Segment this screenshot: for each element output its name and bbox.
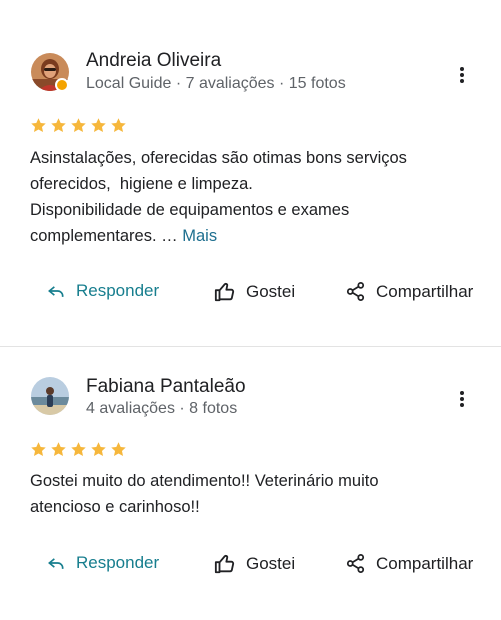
avatar[interactable] [31,377,69,415]
share-icon [346,554,365,573]
star-icon [91,442,106,457]
review-author[interactable]: Fabiana Pantaleão [86,376,246,398]
reply-button[interactable]: Responder [46,281,159,301]
star-icon [51,118,66,133]
review-actions: Responder Gostei Compartilhar [0,553,501,583]
share-icon [346,282,365,301]
star-icon [51,442,66,457]
local-guide-badge-icon [55,78,69,92]
like-label: Gostei [246,554,296,573]
like-button[interactable]: Gostei [214,553,295,575]
star-rating [30,441,127,458]
share-label: Compartilhar [376,281,474,301]
like-label: Gostei [246,282,296,301]
star-icon [31,118,46,133]
more-options-button[interactable] [450,387,474,411]
star-icon [31,442,46,457]
review-text-line: complementares. … [30,227,183,245]
reply-button[interactable]: Responder [46,553,159,573]
review-text-line: Asinstalações, oferecidas são otimas bon… [30,149,407,167]
review-author[interactable]: Andreia Oliveira [86,50,221,72]
review-text: Asinstalações, oferecidas são otimas bon… [30,145,480,249]
review-text-line: Disponibilidade de equipamentos e exames [30,201,350,219]
thumb-up-icon [214,554,235,574]
review-meta[interactable]: 4 avaliações · 8 fotos [86,400,237,418]
review-meta[interactable]: Local Guide · 7 avaliações · 15 fotos [86,75,346,93]
review-actions: Responder Gostei Compartilhar [0,281,501,311]
star-rating [30,117,127,134]
review-text: Gostei muito do atendimento!! Veterinári… [30,468,480,520]
star-icon [111,118,126,133]
review-text-line: Gostei muito do atendimento!! Veterinári… [30,472,379,490]
read-more-link[interactable]: Mais [182,227,217,245]
like-button[interactable]: Gostei [214,281,295,303]
reply-label: Responder [76,553,160,572]
more-vert-icon [460,67,464,83]
star-icon [71,442,86,457]
reply-arrow-icon [48,286,64,297]
more-options-button[interactable] [450,63,474,87]
share-label: Compartilhar [376,553,474,573]
review-text-line: oferecidos, higiene e limpeza. [30,175,253,193]
more-vert-icon [460,391,464,407]
star-icon [111,442,126,457]
star-icon [71,118,86,133]
share-button[interactable]: Compartilhar [345,281,473,302]
thumb-up-icon [214,282,235,302]
review-card: Andreia Oliveira Local Guide · 7 avaliaç… [0,0,501,346]
reply-arrow-icon [48,558,64,569]
review-card: Fabiana Pantaleão 4 avaliações · 8 fotos… [0,347,501,620]
star-icon [91,118,106,133]
reply-label: Responder [76,281,160,300]
share-button[interactable]: Compartilhar [345,553,473,574]
review-text-line: atencioso e carinhoso!! [30,498,200,516]
